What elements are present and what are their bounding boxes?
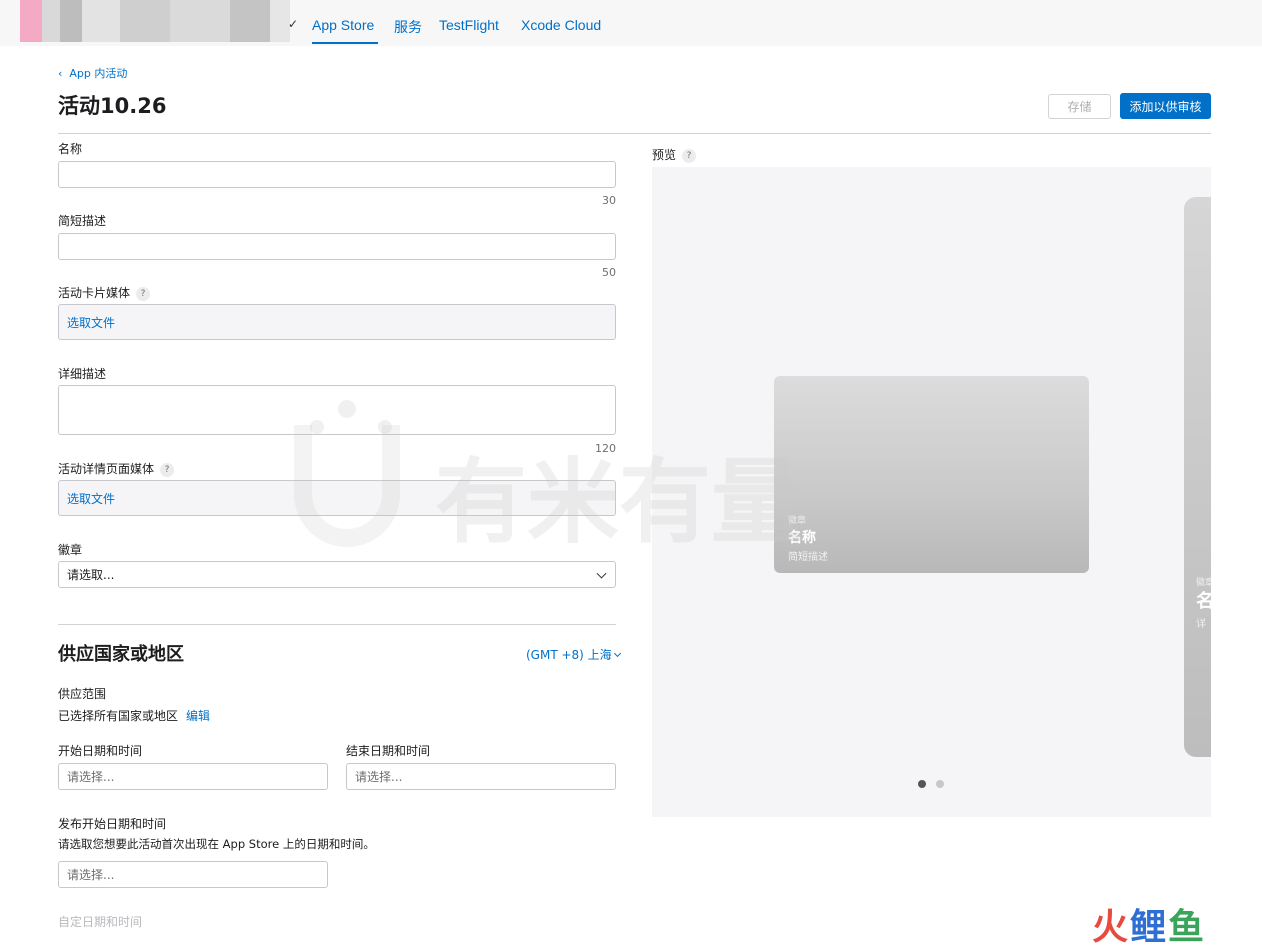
chevron-left-icon: ‹ xyxy=(58,67,70,80)
publish-datetime-label: 发布开始日期和时间 xyxy=(58,817,167,831)
availability-section-title: 供应国家或地区 xyxy=(58,644,184,665)
watermark-text: 有米有量 xyxy=(435,449,804,556)
badge-select-value: 请选取... xyxy=(67,568,115,582)
card-media-label-text: 活动卡片媒体 xyxy=(58,286,131,300)
help-icon[interactable]: ? xyxy=(160,462,175,477)
publish-datetime-input[interactable]: 请选择... xyxy=(58,861,328,888)
watermark-logo-dot xyxy=(310,420,324,434)
long-description-label: 详细描述 xyxy=(58,367,107,381)
preview-label-text: 预览 xyxy=(652,148,677,162)
watermark-logo-dot xyxy=(378,420,392,434)
help-icon[interactable]: ? xyxy=(682,148,697,163)
brand-char: 鲤 xyxy=(1130,907,1169,945)
event-detail-page-preview: 徽章 名 详 xyxy=(1184,197,1211,757)
start-datetime-label: 开始日期和时间 xyxy=(58,744,143,758)
timezone-selector[interactable]: (GMT +8) 上海 xyxy=(526,646,621,663)
help-icon[interactable]: ? xyxy=(136,286,151,301)
short-description-input[interactable] xyxy=(58,233,616,260)
edit-scope-link[interactable]: 编辑 xyxy=(186,709,210,723)
end-datetime-input[interactable]: 请选择... xyxy=(346,763,616,790)
watermark-logo-dot xyxy=(338,400,356,418)
detail-media-label-text: 活动详情页面媒体 xyxy=(58,462,155,476)
tab-app-store[interactable]: App Store xyxy=(312,17,374,33)
breadcrumb-label: App 内活动 xyxy=(69,67,128,80)
preview-label: 预览? xyxy=(652,146,697,163)
brand-char: 火 xyxy=(1092,907,1131,945)
short-description-char-counter: 50 xyxy=(602,266,616,279)
tab-services[interactable]: 服务 xyxy=(394,17,422,37)
name-label: 名称 xyxy=(58,142,83,156)
timezone-label: (GMT +8) 上海 xyxy=(526,648,612,662)
page-title: 活动10.26 xyxy=(58,94,167,118)
detail-name-text: 名 xyxy=(1196,591,1211,612)
app-selector-blurred[interactable] xyxy=(20,0,290,42)
custom-datetime-label: 自定日期和时间 xyxy=(58,915,143,929)
brand-watermark: 火鲤鱼 xyxy=(1092,898,1206,945)
brand-char: 鱼 xyxy=(1168,907,1207,945)
save-button[interactable]: 存储 xyxy=(1048,94,1111,119)
chevron-down-icon xyxy=(596,568,607,579)
breadcrumb-back-link[interactable]: ‹ App 内活动 xyxy=(58,65,127,81)
carousel-dot[interactable] xyxy=(936,780,944,788)
add-for-review-button[interactable]: 添加以供审核 xyxy=(1120,93,1211,119)
active-tab-indicator xyxy=(312,42,378,44)
badge-select[interactable]: 请选取... xyxy=(58,561,616,588)
watermark-logo-ring xyxy=(294,425,400,547)
event-card-preview: 徽章 名称 简短描述 xyxy=(774,376,1089,573)
app-selector-chevron-icon[interactable]: ✓ xyxy=(288,17,298,31)
carousel-dot-active[interactable] xyxy=(918,780,926,788)
scope-value: 已选择所有国家或地区 xyxy=(58,709,179,723)
name-input[interactable] xyxy=(58,161,616,188)
card-media-label: 活动卡片媒体? xyxy=(58,284,151,301)
scope-value-row: 已选择所有国家或地区 编辑 xyxy=(58,707,210,724)
detail-description-text: 详 xyxy=(1196,619,1206,630)
badge-label: 徽章 xyxy=(58,543,83,557)
header-divider xyxy=(58,133,1211,134)
start-datetime-input[interactable]: 请选择... xyxy=(58,763,328,790)
card-media-choose-file-button[interactable]: 选取文件 xyxy=(58,304,616,340)
publish-datetime-hint: 请选取您想要此活动首次出现在 App Store 上的日期和时间。 xyxy=(58,837,375,851)
short-description-label: 简短描述 xyxy=(58,214,107,228)
tab-xcode-cloud[interactable]: Xcode Cloud xyxy=(521,17,601,33)
top-navigation: ✓ App Store 服务 TestFlight Xcode Cloud xyxy=(0,0,1262,46)
chevron-down-icon xyxy=(613,649,621,658)
section-divider xyxy=(58,624,616,625)
end-datetime-label: 结束日期和时间 xyxy=(346,744,431,758)
tab-testflight[interactable]: TestFlight xyxy=(439,17,499,33)
scope-label: 供应范围 xyxy=(58,687,107,701)
detail-media-label: 活动详情页面媒体? xyxy=(58,460,175,477)
name-char-counter: 30 xyxy=(602,194,616,207)
